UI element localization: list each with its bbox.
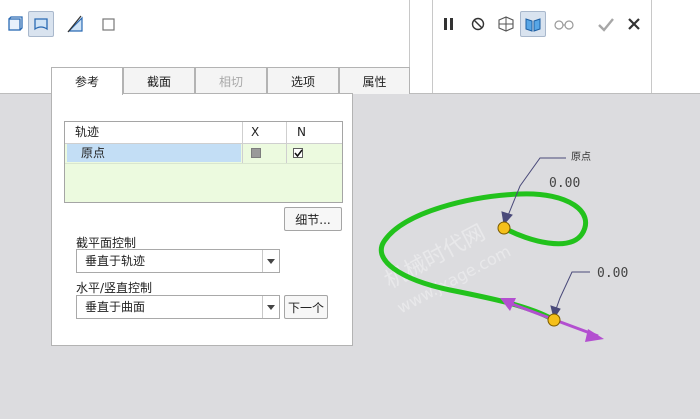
checkmark-icon <box>294 149 303 158</box>
x-checkbox[interactable] <box>251 148 261 158</box>
header-n: N <box>297 125 306 139</box>
section-plane-value: 垂直于轨迹 <box>85 254 146 268</box>
tab-references[interactable]: 参考 <box>51 67 123 95</box>
table-header: 轨迹 X N <box>65 122 342 144</box>
details-button[interactable]: 细节... <box>284 207 342 231</box>
dimension-1[interactable]: 0.00 <box>549 176 580 191</box>
trajectory-name[interactable]: 原点 <box>81 143 105 163</box>
hv-control-select[interactable]: 垂直于曲面 <box>76 295 280 319</box>
dim2-leader <box>550 271 590 320</box>
references-panel: 轨迹 X N 原点 细节... 截平面控制 垂直于轨迹 水平/竖直控制 垂直于曲… <box>51 93 353 346</box>
header-trajectory: 轨迹 <box>75 125 100 139</box>
dropdown-arrow-icon <box>262 250 279 272</box>
trajectory-table: 轨迹 X N 原点 <box>64 121 343 203</box>
end-point[interactable] <box>547 313 561 327</box>
dropdown-arrow-icon <box>262 296 279 318</box>
origin-leader <box>501 157 566 226</box>
header-x: X <box>251 125 260 139</box>
table-row[interactable]: 原点 <box>65 143 342 164</box>
watermark: 机械时代网 www.jxage.com <box>381 220 514 317</box>
hv-control-label: 水平/竖直控制 <box>76 281 153 295</box>
n-checkbox[interactable] <box>293 148 303 158</box>
origin-point[interactable] <box>497 221 511 235</box>
section-plane-select[interactable]: 垂直于轨迹 <box>76 249 280 273</box>
origin-label: 原点 <box>571 151 591 163</box>
dimension-2[interactable]: 0.00 <box>597 266 628 281</box>
hv-control-value: 垂直于曲面 <box>85 300 146 314</box>
next-button[interactable]: 下一个 <box>284 295 328 319</box>
